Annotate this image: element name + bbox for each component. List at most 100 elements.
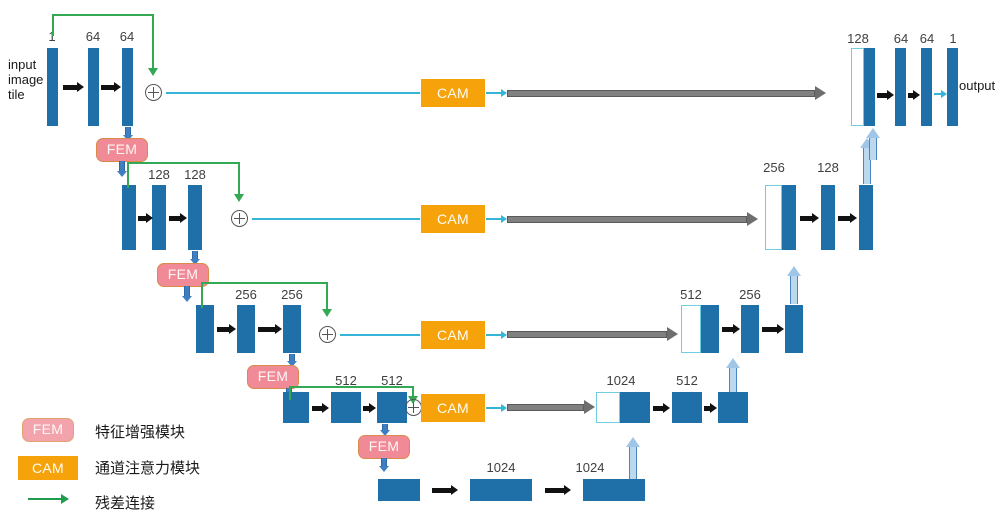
legend-cam-description: 通道注意力模块	[95, 457, 200, 478]
encoder-l1-block-2	[88, 48, 99, 126]
conv-arrow-e3-b	[258, 324, 282, 334]
add-op-l2	[231, 210, 248, 227]
fem-module-l1[interactable]: FEM	[96, 138, 148, 162]
decoder-l1-ch-1: 128	[838, 32, 878, 45]
downsample-arrow-l1-bottom	[117, 161, 127, 177]
residual-l4-top-h	[289, 386, 413, 388]
decoder-l1-ch-4: 1	[933, 32, 973, 45]
decoder-l4-ch-2: 512	[665, 374, 709, 387]
encoder-l2-block-1	[122, 185, 136, 250]
residual-l2-top-h	[127, 162, 239, 164]
legend-cam-badge: CAM	[18, 456, 78, 480]
decoder-l1-block-3	[921, 48, 932, 126]
skip-line-l3-b	[486, 334, 502, 336]
conv-arrow-e4-b	[363, 403, 376, 413]
upsample-arrow-l3	[787, 266, 801, 304]
conv-arrow-d1-a	[877, 90, 894, 100]
residual-l1-end-v	[152, 14, 154, 70]
cam-module-l3[interactable]: CAM	[421, 321, 485, 349]
skip-line-l3-a	[340, 334, 420, 336]
decoder-l2-block-3	[859, 185, 873, 250]
encoder-l2-ch-3: 128	[175, 168, 215, 181]
downsample-arrow-l4-bottom	[379, 458, 389, 472]
encoder-l3-block-1	[196, 305, 214, 353]
encoder-l1-block-3	[122, 48, 133, 126]
decoder-l2-ch-1: 256	[754, 161, 794, 174]
downsample-arrow-l2-bottom	[182, 286, 192, 302]
residual-l3-arrowhead-icon	[322, 309, 332, 317]
encoder-l4-block-3	[377, 392, 407, 423]
final-conv-arrowhead-icon	[941, 90, 947, 98]
gray-transfer-arrow-l1	[507, 86, 830, 100]
decoder-l4-block-3	[718, 392, 748, 423]
residual-l1-top-h	[52, 14, 153, 16]
legend-fem-description: 特征增强模块	[95, 421, 185, 442]
conv-arrow-e1-b	[101, 82, 121, 92]
add-op-l3	[319, 326, 336, 343]
residual-l3-end-v	[326, 282, 328, 311]
residual-l3-top-h	[201, 282, 327, 284]
residual-l2-end-v	[238, 162, 240, 196]
decoder-l3-block-3	[785, 305, 803, 353]
decoder-l3-block-1	[701, 305, 719, 353]
residual-l1-arrowhead-icon	[148, 68, 158, 76]
upsample-arrow-bottleneck	[626, 437, 640, 479]
bottleneck-block-3	[583, 479, 645, 501]
legend-fem-badge: FEM	[22, 418, 74, 442]
conv-arrow-b-a	[432, 485, 459, 495]
add-op-l4	[405, 399, 422, 416]
skip-line-l1-b	[486, 92, 502, 94]
decoder-l3-ch-1: 512	[671, 288, 711, 301]
encoder-l3-block-2	[237, 305, 255, 353]
conv-arrow-e4-a	[312, 403, 329, 413]
skip-line-l1-a	[166, 92, 420, 94]
encoder-l2-ch-2: 128	[139, 168, 179, 181]
residual-l3-start-v	[201, 282, 203, 308]
decoder-l1-skip-block	[851, 48, 864, 126]
decoder-l1-block-2	[895, 48, 906, 126]
residual-l2-start-v	[127, 162, 129, 188]
decoder-l4-skip-block	[596, 392, 620, 423]
decoder-l2-ch-2: 128	[808, 161, 848, 174]
conv-arrow-d2-a	[800, 213, 819, 223]
conv-arrow-d4-a	[653, 403, 670, 413]
add-op-l1	[145, 84, 162, 101]
decoder-l2-skip-block	[765, 185, 782, 250]
decoder-l3-skip-block	[681, 305, 701, 353]
architecture-diagram: input image tile 1 64 64 CAM FEM 128 128	[0, 0, 1000, 517]
encoder-l3-block-3	[283, 305, 301, 353]
decoder-l2-block-1	[782, 185, 796, 250]
encoder-l1-block-1	[47, 48, 58, 126]
skip-line-l2-a	[252, 218, 420, 220]
output-label: output	[959, 78, 1000, 93]
decoder-l4-ch-1: 1024	[596, 374, 646, 387]
conv-arrow-e3-a	[217, 324, 236, 334]
upsample-arrow-l4	[726, 358, 740, 392]
encoder-l3-ch-2: 256	[226, 288, 266, 301]
conv-arrow-d2-b	[838, 213, 857, 223]
cam-module-l2[interactable]: CAM	[421, 205, 485, 233]
decoder-l3-ch-2: 256	[730, 288, 770, 301]
decoder-l1-block-4	[947, 48, 958, 126]
residual-l2-arrowhead-icon	[234, 194, 244, 202]
decoder-l3-block-2	[741, 305, 759, 353]
encoder-l4-block-1	[283, 392, 309, 423]
conv-arrow-e2-a	[138, 213, 152, 223]
gray-transfer-arrow-l3	[507, 327, 682, 341]
fem-module-l4[interactable]: FEM	[358, 435, 410, 459]
encoder-l2-block-2	[152, 185, 166, 250]
conv-arrow-d4-b	[704, 403, 717, 413]
decoder-l4-block-1	[620, 392, 650, 423]
skip-line-l2-b	[486, 218, 502, 220]
cam-module-l4[interactable]: CAM	[421, 394, 485, 422]
conv-arrow-d1-b	[908, 90, 920, 100]
encoder-l3-ch-3: 256	[272, 288, 312, 301]
decoder-l1-block-1	[864, 48, 875, 126]
legend-residual-arrow-icon	[28, 494, 70, 504]
residual-l4-start-v	[289, 386, 291, 400]
encoder-l1-ch-3: 64	[107, 30, 147, 43]
gray-transfer-arrow-l2	[507, 212, 762, 226]
decoder-l2-block-2	[821, 185, 835, 250]
cam-module-l1[interactable]: CAM	[421, 79, 485, 107]
encoder-l4-block-2	[331, 392, 361, 423]
